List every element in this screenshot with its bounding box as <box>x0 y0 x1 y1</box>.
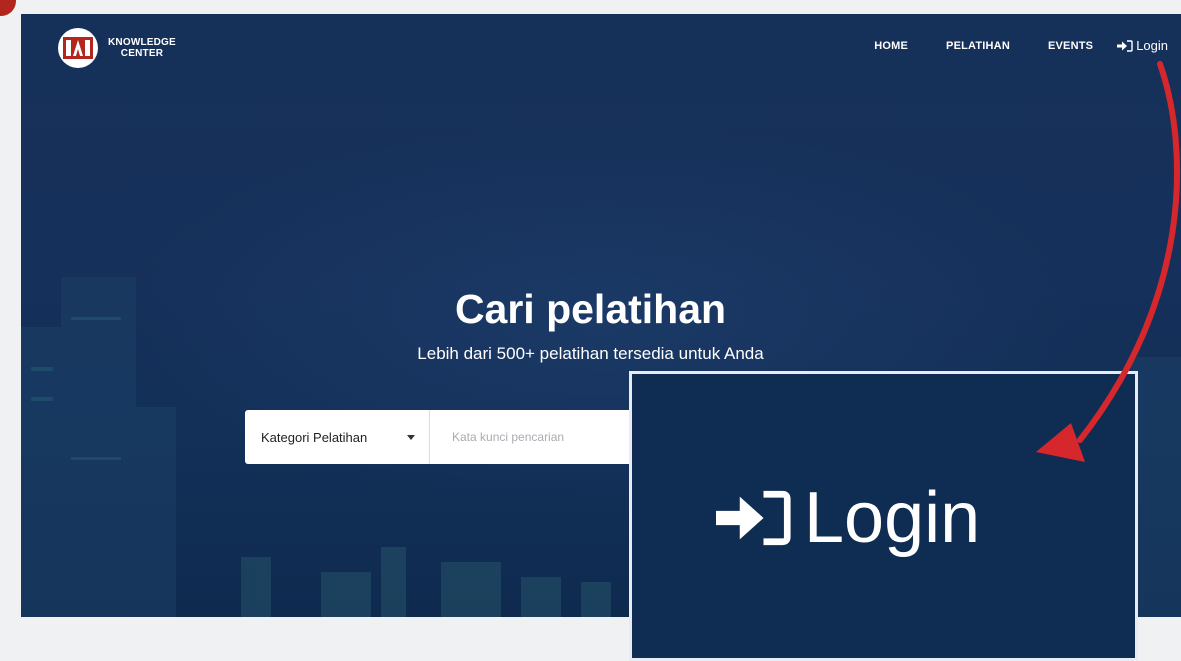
category-dropdown-value: Kategori Pelatihan <box>261 429 368 445</box>
brand-line-1: KNOWLEDGE <box>108 37 176 48</box>
nav-menu: HOME PELATIHAN EVENTS Login <box>874 38 1168 53</box>
sign-in-icon <box>716 490 791 546</box>
brand-line-2: CENTER <box>120 48 164 59</box>
zoomed-login-label: Login <box>804 478 981 558</box>
brand-name: KNOWLEDGE CENTER <box>108 37 176 59</box>
nav-pelatihan-link[interactable]: PELATIHAN <box>946 40 1010 52</box>
top-navbar: KNOWLEDGE CENTER HOME PELATIHAN EVENTS L… <box>21 14 1181 78</box>
nav-login-link[interactable]: Login <box>1117 38 1168 53</box>
zoomed-login-callout: Login <box>629 371 1138 661</box>
corner-decoration <box>0 0 16 16</box>
category-dropdown[interactable]: Kategori Pelatihan <box>245 410 430 464</box>
nav-home-link[interactable]: HOME <box>874 40 908 52</box>
sign-in-icon <box>1117 39 1133 52</box>
hero-subtitle: Lebih dari 500+ pelatihan tersedia untuk… <box>417 344 764 363</box>
zoomed-login-link[interactable]: Login <box>716 477 980 559</box>
nav-login-label: Login <box>1136 38 1168 53</box>
nav-events-link[interactable]: EVENTS <box>1048 40 1093 52</box>
caret-down-icon <box>407 434 415 440</box>
brand-logo[interactable]: KNOWLEDGE CENTER <box>58 28 176 68</box>
iai-logo-icon <box>58 28 98 68</box>
hero-title: Cari pelatihan <box>454 286 727 332</box>
